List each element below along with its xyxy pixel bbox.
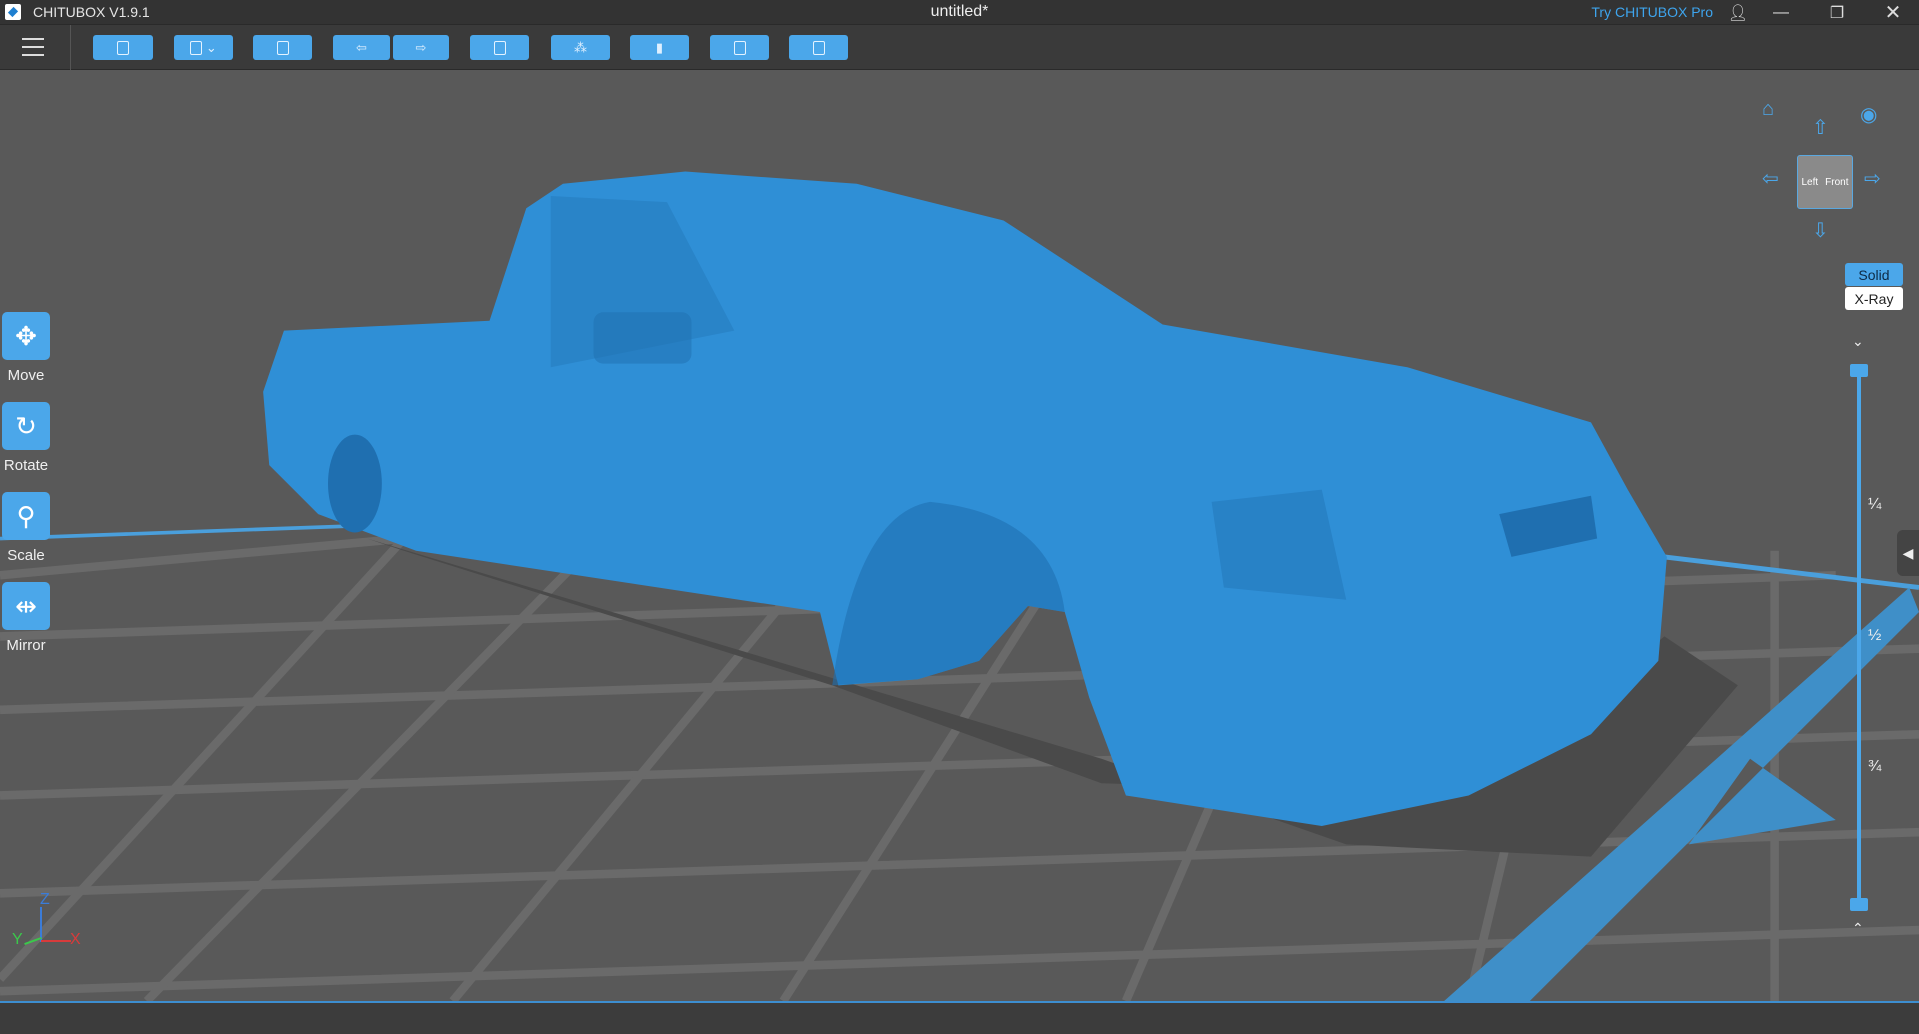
- slider-mark-three-quarter: ¾: [1868, 758, 1882, 775]
- y-axis-label: Y: [12, 931, 23, 948]
- scale-icon: ⚲: [2, 492, 50, 540]
- rotate-icon: ↻: [2, 402, 50, 450]
- cube-front-face[interactable]: Front: [1825, 177, 1848, 188]
- rotate-tool[interactable]: ↻ Rotate: [2, 402, 50, 474]
- redo-button[interactable]: ⇨: [393, 35, 449, 60]
- slice-settings-button[interactable]: [470, 35, 529, 60]
- move-label: Move: [7, 367, 45, 384]
- scale-label: Scale: [7, 547, 45, 564]
- view-top-arrow-icon[interactable]: ⇧: [1812, 115, 1829, 140]
- app-logo-icon: [5, 4, 21, 20]
- axis-gizmo: Z X Y: [10, 891, 90, 955]
- view-bottom-arrow-icon[interactable]: ⇩: [1812, 218, 1829, 243]
- auto-layout-button[interactable]: [253, 35, 312, 60]
- chevron-down-icon[interactable]: ⌄: [1852, 333, 1864, 350]
- user-icon[interactable]: 👤︎: [1715, 0, 1761, 25]
- open-file-button[interactable]: [93, 35, 153, 60]
- collapse-panel-button[interactable]: ◀: [1897, 530, 1919, 576]
- divider: [70, 25, 71, 70]
- title-bar: CHITUBOX V1.9.1 untitled* Try CHITUBOX P…: [0, 0, 1919, 25]
- view-right-arrow-icon[interactable]: ⇨: [1864, 166, 1881, 191]
- slider-mark-half: ½: [1868, 627, 1882, 644]
- app-title: CHITUBOX V1.9.1: [33, 4, 150, 20]
- try-pro-link[interactable]: Try CHITUBOX Pro: [1591, 4, 1713, 20]
- mirror-label: Mirror: [6, 637, 46, 654]
- home-view-icon[interactable]: ⌂: [1762, 98, 1774, 121]
- support-button[interactable]: ⁂: [551, 35, 610, 60]
- x-axis-label: X: [70, 931, 81, 948]
- hollow-button[interactable]: ▮: [630, 35, 689, 60]
- mirror-tool[interactable]: ⇹ Mirror: [2, 582, 50, 654]
- undo-button[interactable]: ⇦: [333, 35, 390, 60]
- eye-icon[interactable]: ◉: [1860, 102, 1877, 127]
- scene: [0, 171, 1919, 1004]
- layer-slider-bottom-handle[interactable]: [1850, 898, 1868, 911]
- view-cube[interactable]: Left Front: [1797, 155, 1853, 209]
- move-tool[interactable]: ✥ Move: [2, 312, 50, 384]
- chevron-up-icon[interactable]: ⌃: [1852, 920, 1864, 937]
- scale-tool[interactable]: ⚲ Scale: [2, 492, 50, 564]
- 3d-viewport[interactable]: [0, 70, 1919, 1004]
- dig-hole-button[interactable]: [710, 35, 769, 60]
- move-icon: ✥: [2, 312, 50, 360]
- close-button[interactable]: ✕: [1870, 0, 1916, 25]
- toolbar: ⌄ ⇦ ⇨ ⁂ ▮: [0, 25, 1919, 70]
- minimize-button[interactable]: —: [1758, 0, 1804, 25]
- maximize-button[interactable]: ❐: [1814, 0, 1860, 25]
- rotate-label: Rotate: [3, 457, 49, 474]
- solid-mode-button[interactable]: Solid: [1845, 263, 1903, 286]
- mirror-icon: ⇹: [2, 582, 50, 630]
- view-left-arrow-icon[interactable]: ⇦: [1762, 166, 1779, 191]
- print-button[interactable]: [789, 35, 848, 60]
- slider-mark-quarter: ¼: [1868, 496, 1882, 513]
- save-button[interactable]: ⌄: [174, 35, 233, 60]
- z-axis-label: Z: [40, 891, 50, 908]
- hamburger-menu-icon[interactable]: [22, 38, 44, 56]
- xray-mode-button[interactable]: X-Ray: [1845, 287, 1903, 310]
- layer-slider-track[interactable]: [1857, 370, 1861, 905]
- status-bar: [0, 1001, 1919, 1034]
- cube-left-face[interactable]: Left: [1801, 177, 1818, 188]
- layer-slider-top-handle[interactable]: [1850, 364, 1868, 377]
